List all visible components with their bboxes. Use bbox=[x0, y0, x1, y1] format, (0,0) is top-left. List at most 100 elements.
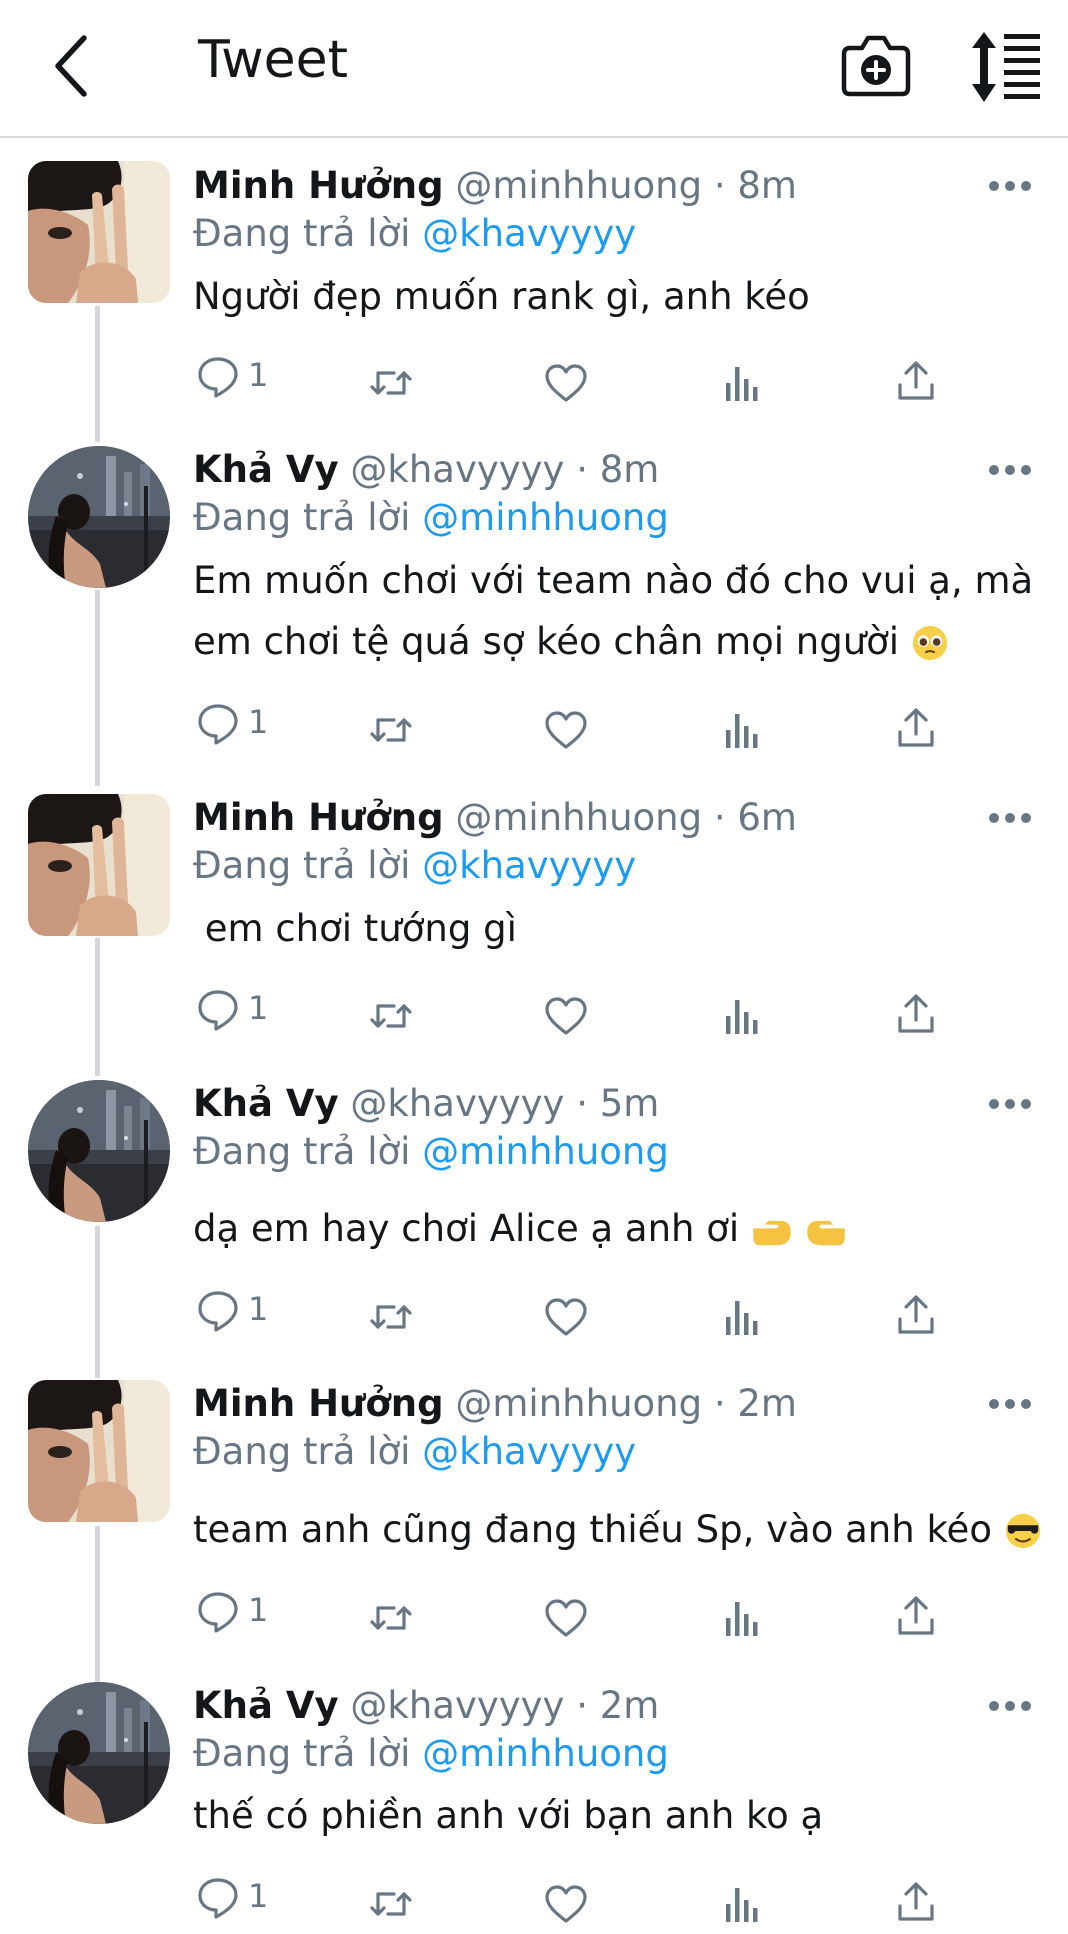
replying-label: Đang trả lời bbox=[193, 212, 411, 255]
reply-icon bbox=[194, 700, 242, 748]
reply-count: 1 bbox=[248, 1591, 269, 1629]
replying-to: Đang trả lời @minhhuong bbox=[193, 1730, 669, 1778]
display-name[interactable]: Minh Hưởng bbox=[193, 1382, 444, 1425]
replying-to: Đang trả lời @khavyyyy bbox=[193, 210, 636, 258]
action-bar: 1 bbox=[0, 980, 1068, 1040]
tweet-text: team anh cũng đang thiếu Sp, vào anh kéo bbox=[193, 1499, 1043, 1560]
page-title: Tweet bbox=[198, 30, 349, 90]
thread-connector bbox=[95, 590, 100, 786]
reply-icon bbox=[194, 986, 242, 1034]
avatar[interactable] bbox=[28, 161, 170, 303]
more-options-icon[interactable] bbox=[986, 176, 1034, 196]
timestamp: · 8m bbox=[576, 448, 660, 491]
tweet-header: Minh Hưởng @minhhuong · 8m bbox=[193, 162, 797, 210]
timestamp: · 6m bbox=[713, 796, 797, 839]
mention-link[interactable]: @khavyyyy bbox=[422, 212, 636, 255]
handle: @minhhuong bbox=[455, 164, 703, 207]
reply-button[interactable]: 1 bbox=[194, 980, 274, 1040]
retweet-icon[interactable] bbox=[367, 986, 415, 1046]
share-icon[interactable] bbox=[892, 984, 940, 1044]
like-icon[interactable] bbox=[542, 1287, 590, 1347]
retweet-icon[interactable] bbox=[367, 353, 415, 413]
replying-label: Đang trả lời bbox=[193, 1732, 411, 1775]
timestamp: · 2m bbox=[713, 1382, 797, 1425]
handle: @minhhuong bbox=[455, 1382, 703, 1425]
retweet-icon[interactable] bbox=[367, 1874, 415, 1934]
mention-link[interactable]: @minhhuong bbox=[422, 1732, 669, 1775]
action-bar: 1 bbox=[0, 347, 1068, 407]
avatar[interactable] bbox=[28, 446, 170, 588]
tweet-header: Khả Vy @khavyyyy · 5m bbox=[193, 1080, 659, 1128]
tweet-header: Minh Hưởng @minhhuong · 2m bbox=[193, 1380, 797, 1428]
more-options-icon[interactable] bbox=[986, 1696, 1034, 1716]
share-icon[interactable] bbox=[892, 1586, 940, 1646]
retweet-icon[interactable] bbox=[367, 700, 415, 760]
display-name[interactable]: Khả Vy bbox=[193, 1082, 339, 1125]
stats-icon[interactable] bbox=[718, 353, 766, 413]
display-name[interactable]: Khả Vy bbox=[193, 448, 339, 491]
sort-lines-icon[interactable] bbox=[962, 24, 1046, 108]
reply-button[interactable]: 1 bbox=[194, 694, 274, 754]
share-icon[interactable] bbox=[892, 1872, 940, 1932]
action-bar: 1 bbox=[0, 1281, 1068, 1341]
retweet-icon[interactable] bbox=[367, 1588, 415, 1648]
replying-label: Đang trả lời bbox=[193, 496, 411, 539]
reply-icon bbox=[194, 1287, 242, 1335]
tweet-text: em chơi tướng gì bbox=[193, 907, 517, 950]
retweet-icon[interactable] bbox=[367, 1287, 415, 1347]
share-icon[interactable] bbox=[892, 1285, 940, 1345]
reply-button[interactable]: 1 bbox=[194, 1582, 274, 1642]
mention-link[interactable]: @minhhuong bbox=[422, 496, 669, 539]
action-bar: 1 bbox=[0, 694, 1068, 754]
mention-link[interactable]: @khavyyyy bbox=[422, 1430, 636, 1473]
reply-button[interactable]: 1 bbox=[194, 1281, 274, 1341]
reply-button[interactable]: 1 bbox=[194, 1868, 274, 1928]
like-icon[interactable] bbox=[542, 700, 590, 760]
reply-count: 1 bbox=[248, 989, 269, 1027]
more-options-icon[interactable] bbox=[986, 1094, 1034, 1114]
pointing-left-emoji bbox=[805, 1219, 847, 1249]
more-options-icon[interactable] bbox=[986, 1394, 1034, 1414]
more-options-icon[interactable] bbox=[986, 808, 1034, 828]
action-bar: 1 bbox=[0, 1582, 1068, 1642]
sunglasses-face-emoji bbox=[1004, 1512, 1042, 1550]
camera-plus-icon[interactable] bbox=[834, 24, 918, 108]
handle: @minhhuong bbox=[455, 796, 703, 839]
handle: @khavyyyy bbox=[350, 1684, 565, 1727]
tweet-text: dạ em hay chơi Alice ạ anh ơi bbox=[193, 1198, 1043, 1259]
stats-icon[interactable] bbox=[718, 1287, 766, 1347]
timestamp: · 8m bbox=[713, 164, 797, 207]
like-icon[interactable] bbox=[542, 986, 590, 1046]
more-options-icon[interactable] bbox=[986, 460, 1034, 480]
replying-label: Đang trả lời bbox=[193, 1130, 411, 1173]
avatar[interactable] bbox=[28, 1380, 170, 1522]
display-name[interactable]: Khả Vy bbox=[193, 1684, 339, 1727]
mention-link[interactable]: @minhhuong bbox=[422, 1130, 669, 1173]
timestamp: · 2m bbox=[576, 1684, 660, 1727]
avatar[interactable] bbox=[28, 794, 170, 936]
mention-link[interactable]: @khavyyyy bbox=[422, 844, 636, 887]
reply-count: 1 bbox=[248, 1290, 269, 1328]
stats-icon[interactable] bbox=[718, 700, 766, 760]
timestamp: · 5m bbox=[576, 1082, 660, 1125]
handle: @khavyyyy bbox=[350, 448, 565, 491]
handle: @khavyyyy bbox=[350, 1082, 565, 1125]
back-arrow-icon[interactable] bbox=[34, 26, 114, 106]
avatar[interactable] bbox=[28, 1080, 170, 1222]
stats-icon[interactable] bbox=[718, 1588, 766, 1648]
avatar[interactable] bbox=[28, 1682, 170, 1824]
like-icon[interactable] bbox=[542, 353, 590, 413]
stats-icon[interactable] bbox=[718, 986, 766, 1046]
display-name[interactable]: Minh Hưởng bbox=[193, 164, 444, 207]
share-icon[interactable] bbox=[892, 698, 940, 758]
reply-button[interactable]: 1 bbox=[194, 347, 274, 407]
tweet-text: Người đẹp muốn rank gì, anh kéo bbox=[193, 275, 810, 318]
like-icon[interactable] bbox=[542, 1874, 590, 1934]
reply-icon bbox=[194, 1874, 242, 1922]
tweet-header: Khả Vy @khavyyyy · 8m bbox=[193, 446, 659, 494]
replying-label: Đang trả lời bbox=[193, 844, 411, 887]
stats-icon[interactable] bbox=[718, 1874, 766, 1934]
share-icon[interactable] bbox=[892, 351, 940, 411]
like-icon[interactable] bbox=[542, 1588, 590, 1648]
display-name[interactable]: Minh Hưởng bbox=[193, 796, 444, 839]
